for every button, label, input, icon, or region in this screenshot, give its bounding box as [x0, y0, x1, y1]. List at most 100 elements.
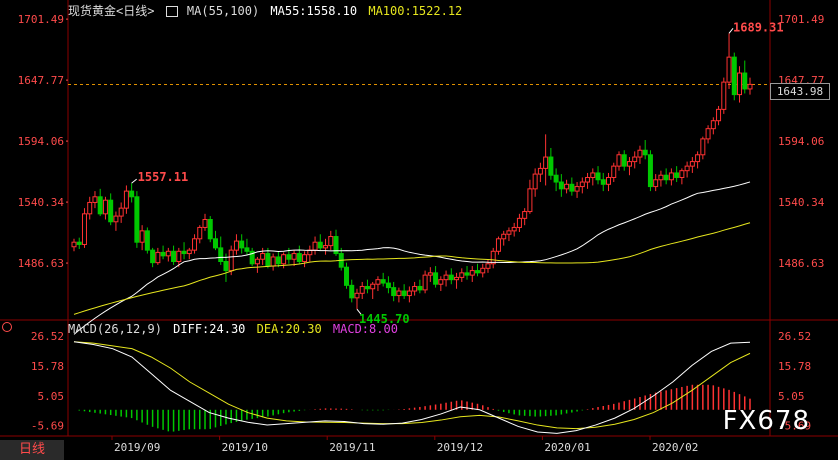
- candle-body: [181, 250, 187, 255]
- candle-body: [171, 250, 177, 263]
- candle-body: [679, 170, 685, 178]
- macd-tick-right: 5.05: [778, 390, 805, 403]
- candle-body: [380, 279, 386, 284]
- candle-body: [621, 154, 627, 167]
- candle-body: [244, 247, 250, 252]
- candle-body: [113, 215, 119, 223]
- candle-body: [76, 241, 82, 245]
- candle-body: [469, 270, 475, 276]
- candle-body: [270, 256, 276, 267]
- candle-body: [511, 226, 517, 232]
- candle-body: [317, 241, 323, 249]
- candle-body: [401, 290, 407, 297]
- dea-line: [73, 341, 751, 430]
- candle-body: [742, 72, 748, 90]
- candle-body: [323, 245, 329, 249]
- ma-toggle-icon[interactable]: [165, 6, 178, 17]
- candle-body: [726, 56, 732, 83]
- price-tick-left: 1701.49: [18, 13, 64, 26]
- candle-body: [737, 72, 743, 96]
- candle-body: [433, 272, 439, 285]
- candle-body: [385, 282, 391, 289]
- candle-body: [532, 173, 538, 190]
- candle-body: [606, 176, 612, 185]
- candle-body: [564, 183, 570, 190]
- candle-body: [265, 253, 271, 267]
- price-tick-left: 1486.63: [18, 257, 64, 270]
- candle-body: [212, 238, 218, 249]
- candle-body: [254, 258, 260, 265]
- candle-body: [695, 154, 701, 163]
- candle-body: [663, 174, 669, 181]
- chart-canvas[interactable]: 1701.49 1701.491647.77 1647.771594.06 1594.…: [0, 0, 838, 460]
- candle-body: [716, 108, 722, 122]
- price-tick-left: 1594.06: [18, 135, 64, 148]
- candle-body: [417, 285, 423, 291]
- candle-body: [647, 154, 653, 188]
- candle-body: [668, 172, 674, 181]
- candle-body: [396, 290, 402, 297]
- candle-body: [642, 149, 648, 156]
- macd-tick-left: -5.69: [31, 420, 64, 433]
- indicator-settings-icon[interactable]: [2, 322, 12, 332]
- candle-body: [590, 172, 596, 178]
- candle-body: [454, 276, 460, 281]
- candle-body: [302, 254, 308, 263]
- candle-body: [475, 270, 481, 274]
- candle-body: [700, 138, 706, 156]
- candle-body: [611, 165, 617, 178]
- price-tick-left: 1647.77: [18, 74, 64, 87]
- candle-body: [129, 190, 135, 198]
- date-tick-label: 2020/01: [544, 441, 590, 454]
- candle-body: [139, 230, 145, 243]
- price-tick-left: 1540.34: [18, 196, 65, 209]
- macd-value-label: MACD:8.00: [332, 322, 398, 336]
- macd-tick-right: 15.78: [778, 360, 811, 373]
- candle-body: [406, 290, 412, 297]
- candle-body: [422, 274, 428, 291]
- candle-body: [616, 154, 622, 167]
- candle-body: [632, 156, 638, 163]
- candle-body: [239, 240, 245, 249]
- candle-body: [579, 181, 585, 188]
- date-tick-label: 2019/11: [329, 441, 375, 454]
- date-tick-label: 2020/02: [652, 441, 698, 454]
- candle-body: [71, 241, 77, 248]
- candle-body: [155, 251, 161, 264]
- current-price-box: 1643.98: [770, 83, 830, 100]
- candle-body: [569, 183, 575, 192]
- macd-tick-left: 26.52: [31, 330, 64, 343]
- candle-body: [165, 250, 171, 257]
- candle-body: [144, 230, 150, 251]
- candle-body: [260, 253, 266, 260]
- candle-body: [343, 266, 349, 286]
- period-tab-daily[interactable]: 日线: [0, 440, 64, 460]
- candle-body: [197, 226, 203, 240]
- candle-body: [731, 56, 737, 96]
- price-tick-right: 1594.06: [778, 135, 824, 148]
- candle-body: [118, 207, 124, 217]
- candle-body: [391, 287, 397, 297]
- ma-param-label: MA(55,100): [186, 4, 260, 18]
- fx678-watermark: FX678: [722, 406, 810, 436]
- candle-body: [658, 174, 664, 181]
- candle-body: [202, 218, 208, 228]
- candle-body: [218, 247, 224, 263]
- candle-body: [548, 156, 554, 176]
- candle-body: [522, 211, 528, 219]
- price-pane-header: 现货黄金<日线> MA(55,100) MA55:1558.10 MA100:1…: [68, 2, 462, 19]
- candle-body: [87, 201, 93, 215]
- candle-body: [123, 190, 129, 209]
- candle-body: [485, 263, 491, 269]
- candle-body: [354, 292, 360, 299]
- candle-body: [192, 238, 198, 251]
- candle-body: [537, 167, 543, 175]
- candle-body: [102, 199, 108, 215]
- candle-body: [286, 254, 292, 260]
- candle-body: [97, 196, 103, 215]
- candle-body: [558, 181, 564, 190]
- candle-body: [653, 179, 659, 188]
- high-pointer-1: [131, 178, 137, 184]
- candle-body: [626, 161, 632, 167]
- candle-body: [438, 279, 444, 285]
